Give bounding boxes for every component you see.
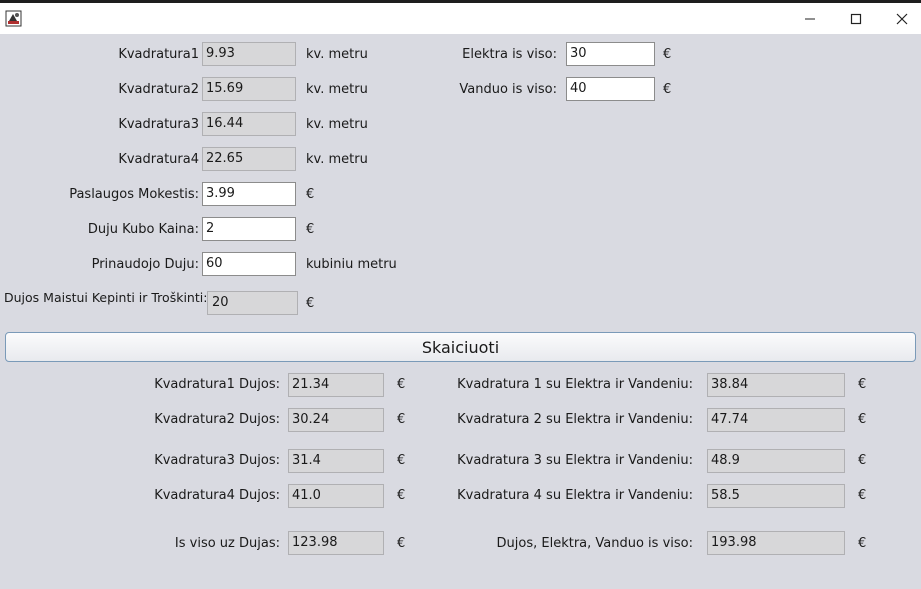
kv3-field: 16.44 (202, 112, 296, 136)
maistui-field: 20 (207, 291, 298, 315)
total-2-field: 47.74 (707, 408, 845, 432)
gas-4-field: 41.0 (288, 484, 384, 508)
total-3-field: 48.9 (707, 449, 845, 473)
gas-3-field: 31.4 (288, 449, 384, 473)
maximize-button[interactable] (833, 3, 879, 34)
elektra-input[interactable]: 30 (566, 42, 655, 66)
vanduo-unit: € (663, 82, 672, 97)
total-2-unit: € (858, 412, 867, 427)
gas-2-label: Kvadratura2 Dujos: (154, 412, 280, 427)
grand-total-label: Dujos, Elektra, Vanduo is viso: (496, 536, 693, 551)
gas-sum-label: Is viso uz Dujas: (174, 536, 280, 551)
gas-1-unit: € (397, 377, 406, 392)
prinaudojo-duju-input[interactable]: 60 (202, 252, 296, 276)
kv2-field: 15.69 (202, 77, 296, 101)
total-4-unit: € (858, 488, 867, 503)
kv3-unit: kv. metru (306, 117, 368, 132)
paslaugos-mokestis-input[interactable]: 3.99 (202, 182, 296, 206)
gas-4-label: Kvadratura4 Dujos: (154, 488, 280, 503)
kv2-label: Kvadratura2 (118, 82, 199, 97)
gas-2-field: 30.24 (288, 408, 384, 432)
grand-total-field: 193.98 (707, 531, 845, 555)
kv1-unit: kv. metru (306, 47, 368, 62)
total-3-unit: € (858, 453, 867, 468)
gas-4-unit: € (397, 488, 406, 503)
maistui-unit: € (306, 296, 315, 311)
minimize-icon (805, 18, 815, 19)
gas-3-label: Kvadratura3 Dujos: (154, 453, 280, 468)
total-4-label: Kvadratura 4 su Elektra ir Vandeniu: (457, 488, 693, 503)
total-1-field: 38.84 (707, 373, 845, 397)
gas-3-unit: € (397, 453, 406, 468)
gas-1-label: Kvadratura1 Dujos: (154, 377, 280, 392)
close-button[interactable] (879, 3, 921, 34)
grand-total-unit: € (858, 536, 867, 551)
kv2-unit: kv. metru (306, 82, 368, 97)
total-1-unit: € (858, 377, 867, 392)
vanduo-label: Vanduo is viso: (459, 82, 557, 97)
kv4-label: Kvadratura4 (118, 152, 199, 167)
minimize-button[interactable] (787, 3, 833, 34)
vanduo-input[interactable]: 40 (566, 77, 655, 101)
prinaudojo-label: Prinaudojo Duju: (91, 257, 199, 272)
paslaugos-unit: € (306, 187, 315, 202)
elektra-unit: € (663, 47, 672, 62)
close-icon (896, 13, 908, 24)
gas-sum-field: 123.98 (288, 531, 384, 555)
kv4-unit: kv. metru (306, 152, 368, 167)
total-2-label: Kvadratura 2 su Elektra ir Vandeniu: (457, 412, 693, 427)
kubo-kaina-unit: € (306, 222, 315, 237)
duju-kubo-kaina-input[interactable]: 2 (202, 217, 296, 241)
total-4-field: 58.5 (707, 484, 845, 508)
gas-2-unit: € (397, 412, 406, 427)
java-app-icon (5, 10, 22, 27)
elektra-label: Elektra is viso: (462, 47, 557, 62)
window-title-bar (0, 3, 921, 34)
gas-sum-unit: € (397, 536, 406, 551)
kv3-label: Kvadratura3 (118, 117, 199, 132)
gas-1-field: 21.34 (288, 373, 384, 397)
total-3-label: Kvadratura 3 su Elektra ir Vandeniu: (457, 453, 693, 468)
maximize-icon (850, 13, 862, 24)
kubo-kaina-label: Duju Kubo Kaina: (87, 222, 199, 237)
kv1-field: 9.93 (202, 42, 296, 66)
total-1-label: Kvadratura 1 su Elektra ir Vandeniu: (457, 377, 693, 392)
kv1-label: Kvadratura1 (118, 47, 199, 62)
maistui-label: Dujos Maistui Kepinti ir Troškinti: (4, 290, 208, 305)
prinaudojo-unit: kubiniu metru (306, 257, 397, 272)
kv4-field: 22.65 (202, 147, 296, 171)
paslaugos-label: Paslaugos Mokestis: (69, 187, 199, 202)
skaiciuoti-button[interactable]: Skaiciuoti (5, 332, 916, 362)
